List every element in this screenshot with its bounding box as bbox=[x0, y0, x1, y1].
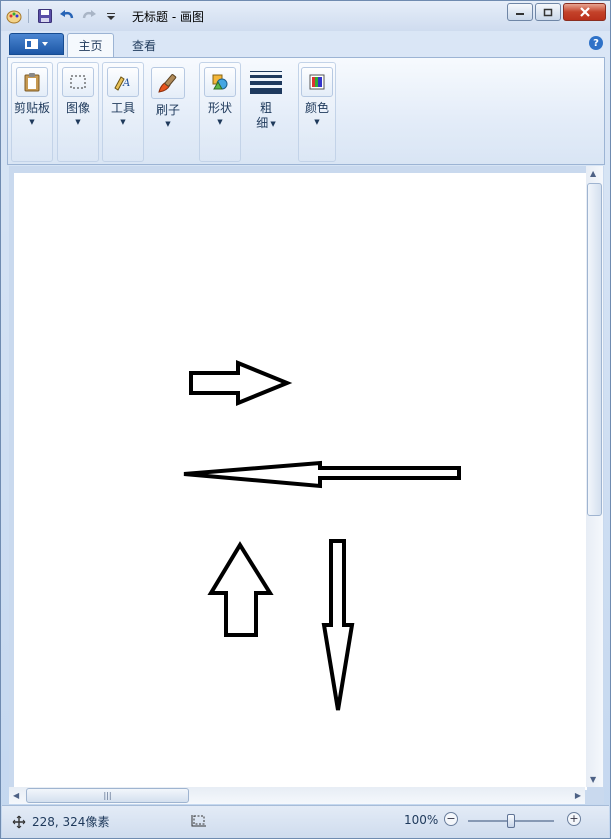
vertical-scroll-thumb[interactable] bbox=[587, 183, 602, 516]
colors-label: 颜色 bbox=[304, 101, 329, 115]
clipboard-icon bbox=[16, 67, 48, 97]
selection-size-icon bbox=[191, 813, 207, 827]
customize-qat-icon[interactable] bbox=[103, 8, 119, 24]
tools-icon: A bbox=[107, 67, 139, 97]
drawing bbox=[183, 360, 461, 711]
paint-app-icon[interactable] bbox=[6, 8, 22, 24]
chevron-down-icon: ▼ bbox=[120, 118, 126, 126]
chevron-down-icon: ▼ bbox=[165, 120, 171, 128]
application-menu-button[interactable] bbox=[9, 33, 64, 55]
drawing-canvas[interactable] bbox=[14, 173, 587, 790]
minus-icon: − bbox=[444, 812, 458, 826]
scroll-left-icon[interactable]: ◀ bbox=[13, 791, 19, 800]
minimize-button[interactable] bbox=[507, 3, 533, 21]
scroll-up-icon[interactable]: ▲ bbox=[590, 169, 596, 178]
undo-icon[interactable] bbox=[59, 8, 75, 24]
brush-icon bbox=[151, 67, 185, 99]
redo-icon[interactable] bbox=[81, 8, 97, 24]
clipboard-label: 剪贴板 bbox=[13, 101, 50, 115]
shapes-label: 形状 bbox=[207, 101, 232, 115]
brushes-label: 刷子 bbox=[155, 103, 180, 117]
canvas-area: ▲ ▼ ◀ ||| ▶ bbox=[9, 166, 604, 804]
tools-group[interactable]: A 工具 ▼ bbox=[102, 62, 144, 162]
plus-icon: + bbox=[567, 812, 581, 826]
left-arrow-shape bbox=[183, 460, 461, 489]
cursor-position: 228, 324像素 bbox=[12, 813, 109, 830]
colors-group[interactable]: 颜色 ▼ bbox=[298, 62, 336, 162]
size-label-line2: 细 bbox=[256, 116, 269, 130]
chevron-down-icon: ▼ bbox=[314, 118, 320, 126]
down-arrow-shape bbox=[321, 539, 355, 711]
window-title: 无标题 - 画图 bbox=[132, 10, 204, 24]
tab-home[interactable]: 主页 bbox=[67, 33, 114, 57]
size-group[interactable]: 粗 细 ▼ bbox=[244, 62, 288, 162]
line-width-icon bbox=[250, 67, 282, 97]
app-menu-icon bbox=[24, 39, 48, 49]
close-icon bbox=[579, 7, 590, 17]
scroll-down-icon[interactable]: ▼ bbox=[590, 775, 596, 784]
ribbon-tab-row: 主页 查看 ? bbox=[7, 31, 605, 57]
tab-view[interactable]: 查看 bbox=[119, 33, 169, 57]
ribbon: 剪贴板 ▼ 图像 ▼ A 工具 ▼ 刷子 ▼ 形状 ▼ 粗 细 ▼ 颜色 ▼ bbox=[7, 57, 605, 165]
cursor-position-text: 228, 324像素 bbox=[32, 815, 110, 829]
tools-label: 工具 bbox=[110, 101, 135, 115]
zoom-slider-thumb[interactable] bbox=[507, 814, 515, 828]
size-label-line1: 粗 bbox=[259, 101, 272, 115]
close-button[interactable] bbox=[563, 3, 606, 21]
horizontal-scrollbar[interactable]: ◀ ||| ▶ bbox=[9, 787, 585, 804]
colors-icon bbox=[301, 67, 333, 97]
help-icon[interactable]: ? bbox=[589, 36, 603, 50]
chevron-down-icon: ▼ bbox=[29, 118, 35, 126]
zoom-in-button[interactable]: + bbox=[567, 812, 581, 826]
zoom-out-button[interactable]: − bbox=[444, 812, 458, 826]
status-bar: 228, 324像素 100% − + bbox=[2, 805, 609, 838]
paint-window: 无标题 - 画图 主页 查看 ? 剪贴板 ▼ 图像 ▼ A 工具 ▼ 刷子 ▼ … bbox=[0, 0, 611, 839]
clipboard-group[interactable]: 剪贴板 ▼ bbox=[11, 62, 53, 162]
image-label: 图像 bbox=[65, 101, 90, 115]
image-group[interactable]: 图像 ▼ bbox=[57, 62, 99, 162]
horizontal-scroll-thumb[interactable]: ||| bbox=[26, 788, 189, 803]
vertical-scrollbar[interactable]: ▲ ▼ bbox=[586, 166, 603, 787]
chevron-down-icon: ▼ bbox=[270, 119, 276, 128]
brushes-group[interactable]: 刷子 ▼ bbox=[147, 62, 189, 162]
right-arrow-shape bbox=[189, 360, 293, 406]
scroll-right-icon[interactable]: ▶ bbox=[575, 791, 581, 800]
maximize-button[interactable] bbox=[535, 3, 561, 21]
crosshair-icon bbox=[12, 815, 26, 828]
chevron-down-icon: ▼ bbox=[75, 118, 81, 126]
svg-text:A: A bbox=[122, 78, 130, 89]
shapes-group[interactable]: 形状 ▼ bbox=[199, 62, 241, 162]
zoom-level: 100% bbox=[404, 813, 439, 827]
title-bar: 无标题 - 画图 bbox=[1, 1, 610, 31]
window-controls bbox=[505, 3, 606, 21]
chevron-down-icon: ▼ bbox=[217, 118, 223, 126]
save-icon[interactable] bbox=[37, 8, 53, 24]
up-arrow-shape bbox=[207, 541, 274, 637]
shapes-icon bbox=[204, 67, 236, 97]
select-icon bbox=[62, 67, 94, 97]
minimize-icon bbox=[516, 13, 524, 15]
zoom-slider[interactable] bbox=[468, 814, 554, 828]
quick-access-toolbar bbox=[6, 7, 125, 25]
restore-icon bbox=[543, 8, 553, 16]
